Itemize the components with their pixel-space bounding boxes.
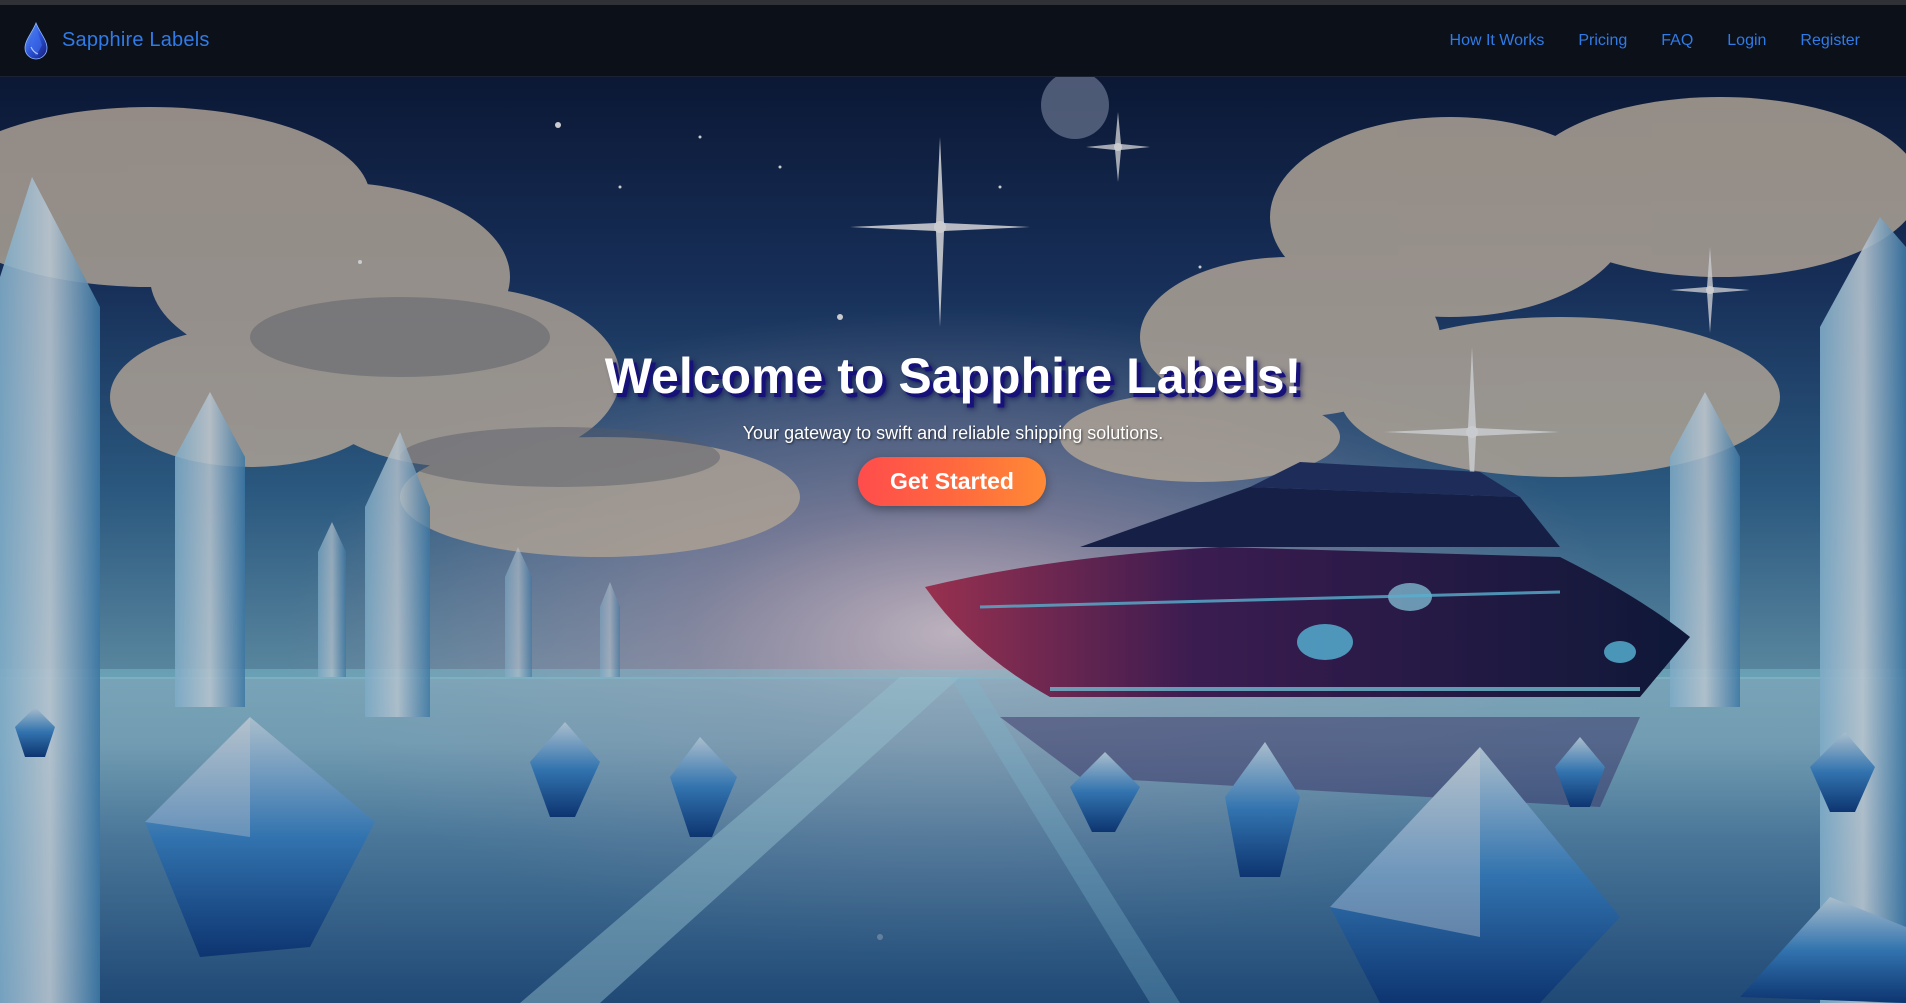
brand-name: Sapphire Labels bbox=[62, 29, 210, 51]
nav-login[interactable]: Login bbox=[1727, 32, 1766, 50]
hero-title: Welcome to Sapphire Labels! bbox=[604, 348, 1302, 404]
nav-faq[interactable]: FAQ bbox=[1661, 32, 1693, 50]
get-started-button[interactable]: Get Started bbox=[858, 457, 1046, 506]
sapphire-drop-icon bbox=[24, 21, 48, 59]
nav-register[interactable]: Register bbox=[1800, 32, 1860, 50]
hero-subtitle: Your gateway to swift and reliable shipp… bbox=[742, 423, 1164, 443]
main-nav: How It Works Pricing FAQ Login Register bbox=[1450, 32, 1860, 50]
brand[interactable]: Sapphire Labels bbox=[22, 21, 210, 61]
hero-content: Welcome to Sapphire Labels! Your gateway… bbox=[0, 77, 1906, 1003]
nav-how-it-works[interactable]: How It Works bbox=[1450, 32, 1545, 50]
hero-section: Welcome to Sapphire Labels! Your gateway… bbox=[0, 77, 1906, 1003]
nav-pricing[interactable]: Pricing bbox=[1578, 32, 1627, 50]
top-navbar: Sapphire Labels How It Works Pricing FAQ… bbox=[0, 5, 1906, 77]
